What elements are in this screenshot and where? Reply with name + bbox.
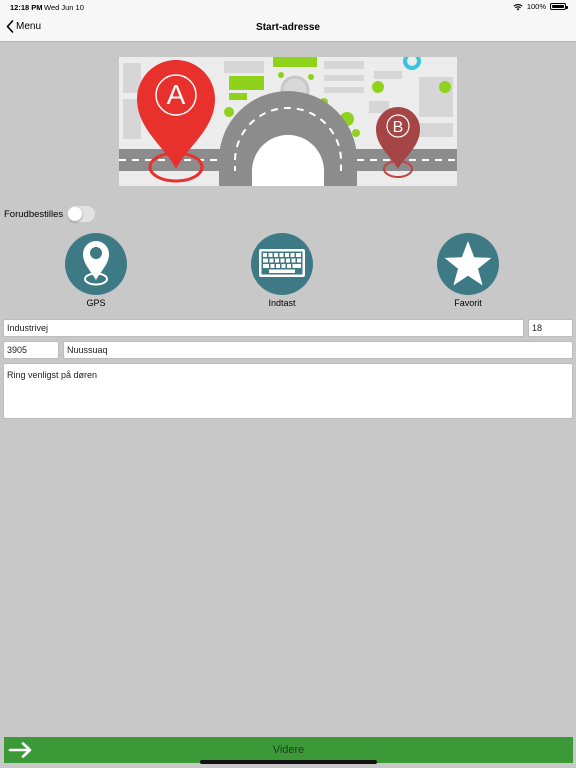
status-time: 12:18 PM bbox=[10, 3, 43, 12]
prebook-label: Forudbestilles bbox=[4, 208, 64, 220]
gps-button[interactable] bbox=[65, 233, 127, 295]
page-title: Start-adresse bbox=[256, 22, 320, 33]
prebook-toggle[interactable] bbox=[67, 206, 96, 222]
navigation-bar: Menu Start-adresse bbox=[0, 14, 576, 42]
note-field[interactable]: Ring venligst på døren bbox=[3, 363, 573, 419]
status-right: 100% bbox=[513, 2, 568, 11]
prebook-row: Forudbestilles bbox=[4, 206, 96, 222]
favorite-option[interactable]: Favorit bbox=[428, 233, 508, 308]
gps-label: GPS bbox=[86, 298, 106, 308]
location-pin-icon bbox=[83, 241, 109, 286]
pin-b-letter: B bbox=[393, 119, 404, 136]
manual-entry-label: Indtast bbox=[268, 298, 296, 308]
route-illustration: A B bbox=[119, 52, 457, 186]
favorite-label: Favorit bbox=[454, 298, 482, 308]
battery-icon bbox=[550, 3, 568, 10]
city-field[interactable]: Nuussuaq bbox=[63, 341, 573, 359]
pin-a-letter: A bbox=[167, 79, 186, 110]
house-number-field[interactable]: 18 bbox=[528, 319, 573, 337]
status-bar: 12:18 PM Wed Jun 10 100% bbox=[0, 0, 576, 14]
star-icon bbox=[444, 241, 492, 286]
status-date: Wed Jun 10 bbox=[44, 3, 84, 12]
battery-percent: 100% bbox=[526, 2, 546, 11]
continue-label: Videre bbox=[272, 744, 305, 756]
home-indicator bbox=[200, 760, 377, 764]
favorite-button[interactable] bbox=[437, 233, 499, 295]
wifi-icon bbox=[513, 3, 523, 10]
keyboard-icon bbox=[259, 249, 305, 277]
manual-entry-button[interactable] bbox=[251, 233, 313, 295]
zip-field[interactable]: 3905 bbox=[3, 341, 59, 359]
gps-option[interactable]: GPS bbox=[56, 233, 136, 308]
street-field[interactable]: Industrivej bbox=[3, 319, 524, 337]
manual-entry-option[interactable]: Indtast bbox=[242, 233, 322, 308]
